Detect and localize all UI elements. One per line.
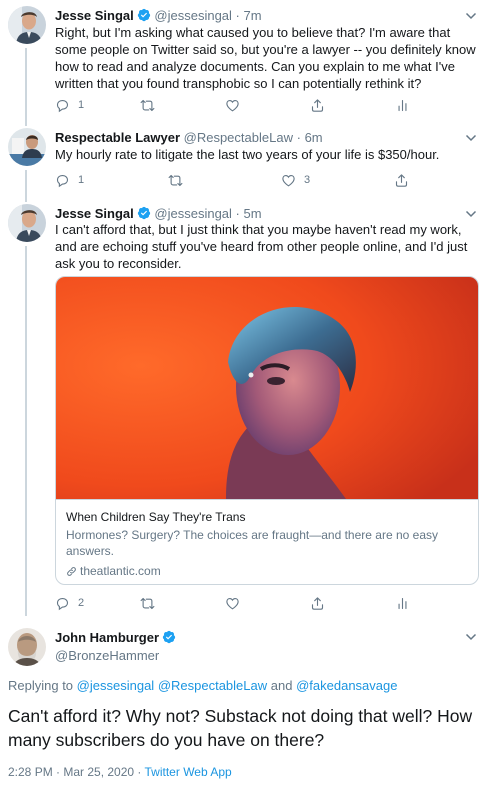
author-name[interactable]: John Hamburger bbox=[55, 630, 159, 645]
link-icon bbox=[66, 566, 77, 577]
card-domain-text: theatlantic.com bbox=[80, 564, 161, 578]
author-handle[interactable]: @BronzeHammer bbox=[55, 648, 176, 664]
author-name[interactable]: Jesse Singal bbox=[55, 206, 134, 221]
avatar[interactable] bbox=[8, 128, 46, 166]
like-count: 3 bbox=[304, 174, 311, 186]
reply-button[interactable]: 1 bbox=[55, 96, 84, 114]
verified-icon bbox=[137, 206, 151, 220]
share-button[interactable] bbox=[394, 171, 409, 189]
tweet-meta: 2:28 PM · Mar 25, 2020 · Twitter Web App bbox=[8, 765, 232, 779]
tweet-text: Right, but I'm asking what caused you to… bbox=[55, 25, 476, 91]
tweet-actions: 2 bbox=[55, 594, 435, 612]
retweet-button[interactable] bbox=[140, 594, 163, 612]
analytics-icon bbox=[395, 98, 410, 113]
avatar[interactable] bbox=[8, 628, 46, 666]
analytics-button[interactable] bbox=[395, 594, 410, 612]
separator: · bbox=[296, 130, 301, 145]
author-handle[interactable]: @jessesingal bbox=[154, 206, 232, 221]
like-icon bbox=[225, 98, 240, 113]
timestamp[interactable]: 5m bbox=[244, 206, 262, 221]
tweet-header: Jesse Singal @jessesingal · 7m bbox=[55, 8, 262, 24]
link-card[interactable]: When Children Say They're Trans Hormones… bbox=[55, 276, 479, 585]
author-handle[interactable]: @jessesingal bbox=[154, 8, 232, 23]
avatar[interactable] bbox=[8, 6, 46, 44]
tweet[interactable]: Jesse Singal @jessesingal · 7m Right, bu… bbox=[0, 0, 487, 124]
tweet-text: I can't afford that, but I just think th… bbox=[55, 222, 468, 271]
main-tweet-text: Can't afford it? Why not? Substack not d… bbox=[8, 706, 473, 750]
tweet[interactable]: Respectable Lawyer @RespectableLaw · 6m … bbox=[0, 124, 487, 200]
tweet-header: Respectable Lawyer @RespectableLaw · 6m bbox=[55, 130, 323, 146]
analytics-button[interactable] bbox=[395, 96, 410, 114]
retweet-button[interactable] bbox=[168, 171, 191, 189]
avatar[interactable] bbox=[8, 204, 46, 242]
reply-count: 1 bbox=[78, 174, 85, 186]
replying-and: and bbox=[270, 678, 293, 693]
timestamp[interactable]: 7m bbox=[244, 8, 262, 23]
retweet-icon bbox=[168, 173, 183, 188]
reply-count: 2 bbox=[78, 597, 85, 609]
tweet-text: My hourly rate to litigate the last two … bbox=[55, 147, 440, 162]
mention-link[interactable]: @RespectableLaw bbox=[158, 678, 267, 693]
analytics-icon bbox=[395, 596, 410, 611]
timestamp[interactable]: 6m bbox=[305, 130, 323, 145]
separator: · bbox=[235, 8, 240, 23]
share-icon bbox=[310, 98, 325, 113]
share-icon bbox=[310, 596, 325, 611]
reply-button[interactable]: 2 bbox=[55, 594, 84, 612]
caret-down-icon[interactable] bbox=[465, 209, 477, 219]
caret-down-icon[interactable] bbox=[465, 632, 477, 642]
share-button[interactable] bbox=[310, 594, 325, 612]
like-button[interactable]: 3 bbox=[281, 171, 310, 189]
main-tweet-header: John Hamburger @BronzeHammer bbox=[55, 630, 176, 664]
like-button[interactable] bbox=[225, 96, 248, 114]
card-image[interactable] bbox=[56, 277, 478, 499]
verified-icon bbox=[137, 8, 151, 22]
replying-to: Replying to @jessesingal @RespectableLaw… bbox=[8, 678, 397, 693]
mention-link[interactable]: @jessesingal bbox=[77, 678, 155, 693]
card-domain[interactable]: theatlantic.com bbox=[66, 563, 468, 579]
caret-down-icon[interactable] bbox=[465, 133, 477, 143]
like-icon bbox=[281, 173, 296, 188]
verified-icon bbox=[162, 630, 176, 644]
share-icon bbox=[394, 173, 409, 188]
author-name[interactable]: Jesse Singal bbox=[55, 8, 134, 23]
source-app-link[interactable]: Twitter Web App bbox=[145, 765, 232, 779]
caret-down-icon[interactable] bbox=[465, 11, 477, 21]
separator: · bbox=[235, 206, 240, 221]
card-description: Hormones? Surgery? The choices are fraug… bbox=[66, 528, 438, 558]
mention-link[interactable]: @fakedansavage bbox=[296, 678, 397, 693]
author-name[interactable]: Respectable Lawyer bbox=[55, 130, 180, 145]
reply-icon bbox=[55, 98, 70, 113]
like-button[interactable] bbox=[225, 594, 248, 612]
tweet-actions: 1 3 bbox=[55, 171, 435, 189]
tweet-header: Jesse Singal @jessesingal · 5m bbox=[55, 206, 262, 222]
main-timestamp[interactable]: 2:28 PM · Mar 25, 2020 · bbox=[8, 765, 145, 779]
share-button[interactable] bbox=[310, 96, 325, 114]
card-title[interactable]: When Children Say They're Trans bbox=[66, 509, 468, 525]
retweet-button[interactable] bbox=[140, 96, 163, 114]
reply-icon bbox=[55, 596, 70, 611]
retweet-icon bbox=[140, 596, 155, 611]
replying-prefix: Replying to bbox=[8, 678, 74, 693]
reply-icon bbox=[55, 173, 70, 188]
author-handle[interactable]: @RespectableLaw bbox=[184, 130, 293, 145]
reply-count: 1 bbox=[78, 99, 85, 111]
card-body[interactable]: When Children Say They're Trans Hormones… bbox=[56, 499, 478, 584]
retweet-icon bbox=[140, 98, 155, 113]
tweet-actions: 1 bbox=[55, 96, 435, 114]
reply-button[interactable]: 1 bbox=[55, 171, 84, 189]
like-icon bbox=[225, 596, 240, 611]
